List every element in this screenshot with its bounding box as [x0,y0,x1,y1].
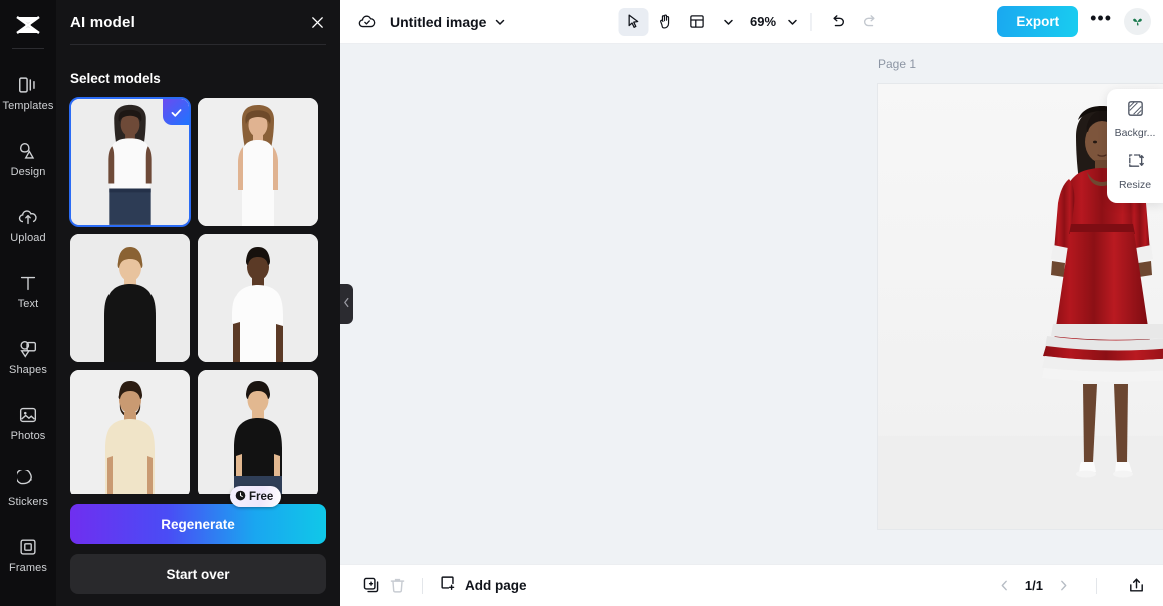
sidebar-item-upload[interactable]: Upload [0,191,56,257]
sidebar-item-label: Design [10,165,46,178]
hand-tool[interactable] [650,8,680,36]
export-label: Export [1016,14,1060,29]
sidebar-item-frames[interactable]: Frames [0,521,56,587]
page-label: Page 1 [878,57,917,71]
sidebar-item-label: Photos [10,429,46,442]
sidebar-item-shapes[interactable]: Shapes [0,323,56,389]
frames-icon [16,535,40,559]
panel-footer: Regenerate Free Start over [56,486,340,606]
more-options-button[interactable]: ••• [1086,8,1116,35]
duplicate-icon[interactable] [358,573,384,599]
resize-button[interactable]: Resize [1107,151,1163,191]
avatar[interactable] [1124,8,1151,35]
model-thumbnail-4[interactable] [198,234,318,362]
capcut-logo-icon[interactable] [8,8,48,42]
stickers-icon [16,469,40,493]
floating-tools-panel: Backgr... Resize [1107,89,1163,203]
regenerate-button[interactable]: Regenerate Free [70,486,326,544]
redo-button[interactable] [855,8,885,36]
document-title[interactable]: Untitled image [390,14,486,30]
add-page-label: Add page [465,578,527,593]
close-icon[interactable] [304,9,330,35]
sidebar-item-design[interactable]: Design [0,125,56,191]
undo-button[interactable] [823,8,853,36]
sidebar-item-photos[interactable]: Photos [0,389,56,455]
model-thumbnail-2[interactable] [198,98,318,226]
export-button[interactable]: Export [997,6,1079,37]
main-area: Untitled image 69% Export ••• Page 1 Bac… [340,0,1163,606]
panel-collapse-handle[interactable] [340,284,353,324]
shapes-icon [16,337,40,361]
model-thumbnail-6[interactable] [198,370,318,498]
upload-cloud-icon [16,205,40,229]
select-tool[interactable] [617,7,648,36]
free-badge-label: Free [249,490,274,503]
section-title: Select models [70,71,161,86]
top-right-group: Export ••• [997,6,1151,37]
toolbar-divider [810,12,812,31]
model-thumbnail-1[interactable] [69,97,191,227]
sidebar-item-label: Stickers [8,495,48,508]
chevron-left-icon [343,295,350,313]
design-icon [16,139,40,163]
selected-check-icon [163,99,189,125]
clock-icon [235,490,246,504]
sidebar-item-label: Upload [10,231,46,244]
sidebar-item-text[interactable]: Text [0,257,56,323]
layout-tool[interactable] [682,8,712,36]
tool-group: 69% [617,7,885,36]
bottom-divider [422,577,423,594]
page-nav-group: 1/1 [998,573,1149,599]
cloud-check-icon [354,9,380,35]
ai-model-panel: AI model Select models Regenerate Free S… [56,0,340,606]
text-icon [16,271,40,295]
sidebar-item-label: Text [17,297,39,310]
zoom-level[interactable]: 69% [750,14,776,29]
regenerate-label: Regenerate [161,516,235,532]
zoom-chevron-down-icon[interactable] [786,16,798,28]
rail-divider [12,48,44,49]
page-title: AI model [70,13,135,31]
background-button[interactable]: Backgr... [1107,99,1163,139]
start-over-button[interactable]: Start over [70,554,326,594]
sidebar-item-label: Templates [2,99,54,112]
start-over-label: Start over [166,566,230,582]
templates-icon [16,73,40,97]
bottom-toolbar: Add page 1/1 [340,564,1163,606]
model-grid [56,97,340,498]
canvas-area[interactable]: Page 1 Backgr... Resize [340,44,1163,564]
panel-header: AI model [56,0,340,44]
resize-label: Resize [1118,179,1152,191]
model-thumbnail-3[interactable] [70,234,190,362]
bottom-divider-2 [1096,577,1097,594]
left-rail: Templates Design Upload Text Shapes Phot… [0,0,56,606]
add-page-button[interactable]: Add page [439,574,527,597]
next-page-button[interactable] [1057,579,1070,592]
free-badge: Free [230,486,282,507]
add-page-icon [439,574,457,597]
background-label: Backgr... [1114,127,1156,139]
upload-tray-icon[interactable] [1123,573,1149,599]
page-indicator: 1/1 [1024,578,1043,593]
sidebar-item-label: Shapes [9,363,47,376]
sidebar-item-stickers[interactable]: Stickers [0,455,56,521]
layout-chevron-down-icon[interactable] [722,16,734,28]
resize-icon [1126,151,1145,175]
trash-icon[interactable] [384,573,410,599]
sidebar-item-label: Frames [9,561,47,574]
model-thumbnail-5[interactable] [70,370,190,498]
background-icon [1126,99,1145,123]
photos-icon [16,403,40,427]
top-toolbar: Untitled image 69% Export ••• [340,0,1163,44]
sidebar-item-templates[interactable]: Templates [0,59,56,125]
chevron-down-icon[interactable] [494,16,506,28]
prev-page-button[interactable] [998,579,1011,592]
